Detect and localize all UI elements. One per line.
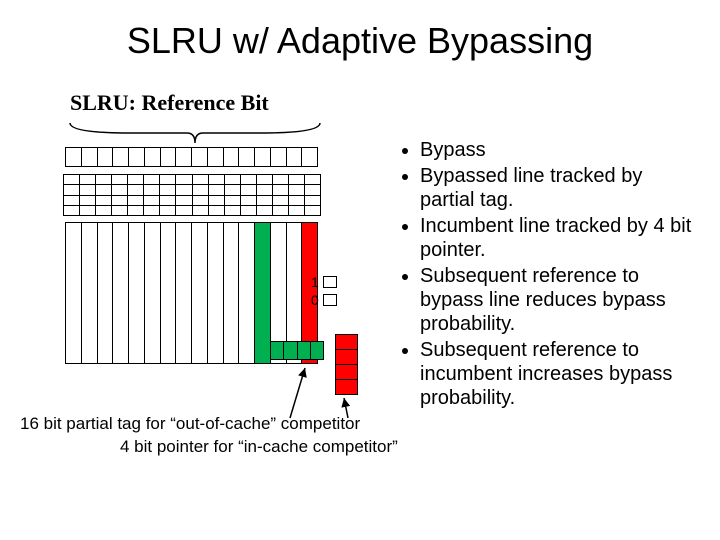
reference-bit-row [65,147,318,167]
pointer-row [270,341,324,360]
partial-tag-column [335,334,358,395]
legend-one-label: 1 [311,273,319,291]
bypass-prob-legend: 1 0 [311,273,337,309]
legend-zero-box [323,294,337,306]
annotation-pointer: 4 bit pointer for “in-cache competitor” [120,437,398,457]
bullet-item: Incumbent line tracked by 4 bit pointer. [420,214,698,262]
brace-icon [65,118,325,148]
slru-subtitle: SLRU: Reference Bit [70,90,269,116]
bullet-list: Bypass Bypassed line tracked by partial … [398,138,698,412]
bullet-item: Subsequent reference to incumbent increa… [420,338,698,410]
bullet-item: Subsequent reference to bypass line redu… [420,264,698,336]
tag-row [63,174,321,216]
page-title: SLRU w/ Adaptive Bypassing [0,0,720,62]
bullet-item: Bypassed line tracked by partial tag. [420,164,698,212]
annotation-partial-tag: 16 bit partial tag for “out-of-cache” co… [20,414,360,434]
legend-zero-label: 0 [311,291,319,309]
legend-one-box [323,276,337,288]
incumbent-column [255,223,271,363]
bullet-item: Bypass [420,138,698,162]
